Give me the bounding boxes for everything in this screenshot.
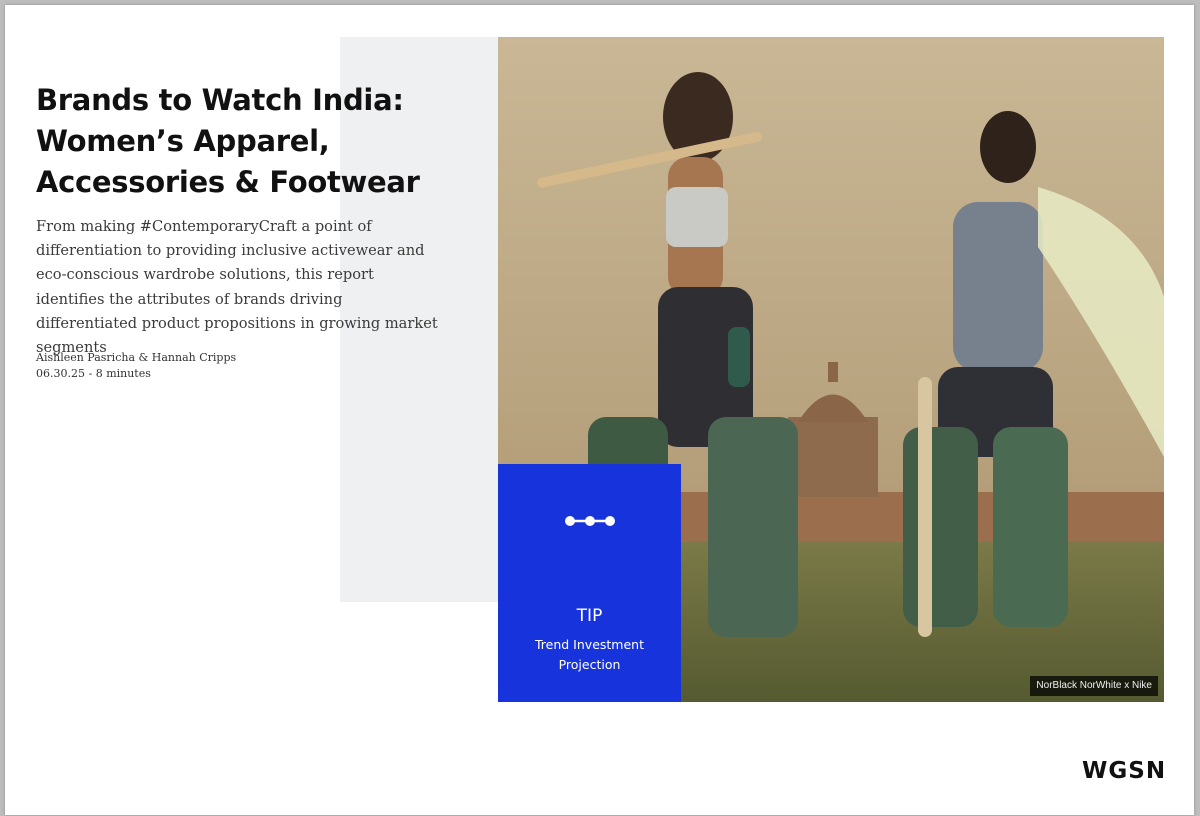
title-line: Women’s Apparel,: [36, 124, 330, 158]
report-authors: Aishleen Pasricha & Hannah Cripps: [36, 351, 237, 364]
title-line: Brands to Watch India:: [36, 83, 404, 117]
tip-title: TIP: [576, 606, 603, 626]
tip-subtitle: Trend Investment Projection: [535, 637, 644, 672]
report-date-readtime: 06.30.25 - 8 minutes: [36, 367, 151, 380]
three-dots-connected-icon: [565, 516, 615, 526]
wgsn-logo[interactable]: WGSN: [1082, 758, 1166, 784]
report-page: Brands to Watch India: Women’s Apparel, …: [5, 5, 1194, 815]
photo-caption: NorBlack NorWhite x Nike: [1030, 676, 1158, 696]
report-title: Brands to Watch India: Women’s Apparel, …: [36, 80, 496, 203]
tip-badge[interactable]: TIP Trend Investment Projection: [498, 464, 681, 702]
report-description: From making #ContemporaryCraft a point o…: [36, 218, 438, 357]
title-line: Accessories & Footwear: [36, 165, 420, 199]
